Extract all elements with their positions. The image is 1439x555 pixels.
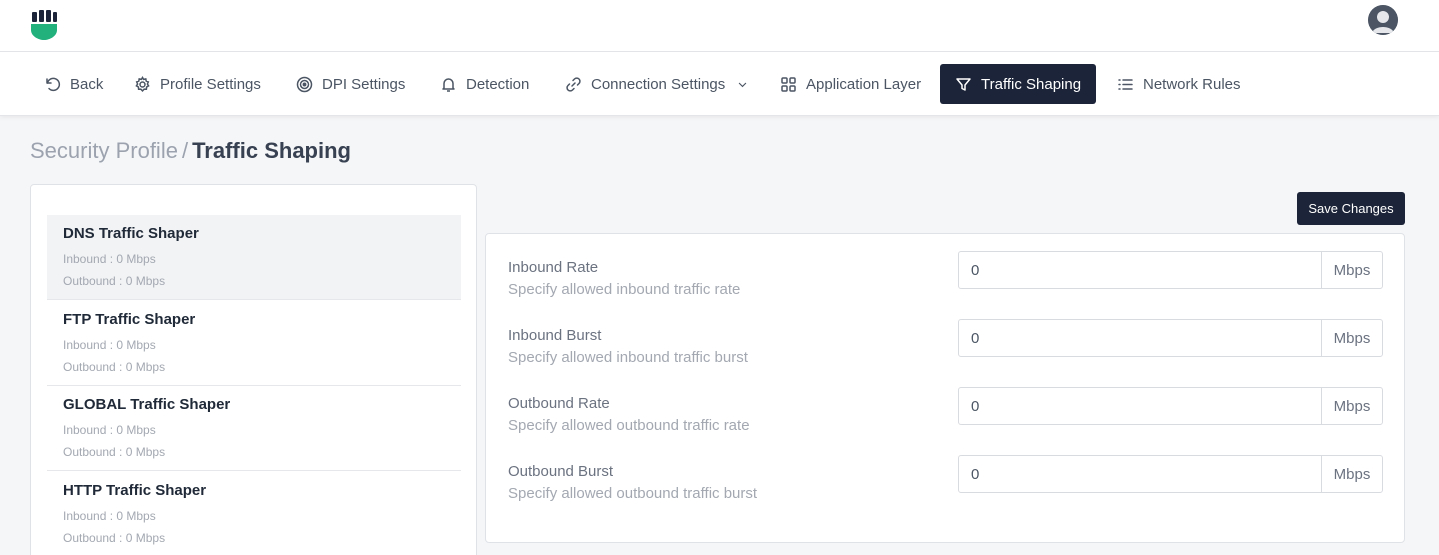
outbound-rate-input[interactable] bbox=[959, 388, 1321, 424]
inbound-rate-field: Inbound Rate Specify allowed inbound tra… bbox=[486, 251, 1406, 315]
outbound-rate-input-group: Mbps bbox=[958, 387, 1383, 425]
shaper-outbound: Outbound : 0 Mbps bbox=[63, 274, 166, 288]
user-icon bbox=[1368, 5, 1398, 35]
shaper-inbound: Inbound : 0 Mbps bbox=[63, 509, 156, 523]
shaper-title: GLOBAL Traffic Shaper bbox=[63, 396, 231, 413]
top-bar bbox=[0, 0, 1439, 52]
grid-icon bbox=[781, 76, 796, 92]
unit-addon: Mbps bbox=[1321, 320, 1382, 356]
nav-application-layer-label: Application Layer bbox=[806, 75, 922, 93]
filter-icon bbox=[956, 77, 971, 91]
nav-connection-settings-label: Connection Settings bbox=[591, 75, 726, 93]
shaper-list: DNS Traffic Shaper Inbound : 0 Mbps Outb… bbox=[30, 184, 477, 555]
shaper-settings-form: Inbound Rate Specify allowed inbound tra… bbox=[485, 233, 1405, 543]
profile-nav-bar: Back Profile Settings DPI Settings Detec… bbox=[0, 52, 1439, 116]
nav-dpi-settings[interactable]: DPI Settings bbox=[296, 64, 405, 104]
field-help: Specify allowed inbound traffic rate bbox=[508, 281, 741, 298]
shaper-title: DNS Traffic Shaper bbox=[63, 225, 199, 242]
nav-network-rules[interactable]: Network Rules bbox=[1117, 64, 1241, 104]
field-label: Inbound Rate bbox=[508, 259, 599, 276]
shaper-item-dns[interactable]: DNS Traffic Shaper Inbound : 0 Mbps Outb… bbox=[47, 215, 461, 300]
breadcrumb: Security Profile / Traffic Shaping bbox=[30, 138, 351, 164]
chevron-down-icon bbox=[738, 82, 747, 87]
inbound-burst-input[interactable] bbox=[959, 320, 1321, 356]
shaper-title: HTTP Traffic Shaper bbox=[63, 482, 207, 499]
nav-back-label: Back bbox=[70, 75, 104, 93]
inbound-rate-input[interactable] bbox=[959, 252, 1321, 288]
save-changes-button[interactable]: Save Changes bbox=[1297, 192, 1405, 225]
field-label: Inbound Burst bbox=[508, 327, 602, 344]
nav-traffic-shaping[interactable]: Traffic Shaping bbox=[940, 64, 1097, 104]
nav-traffic-shaping-label: Traffic Shaping bbox=[981, 75, 1082, 93]
nav-dpi-settings-label: DPI Settings bbox=[322, 75, 406, 93]
shaper-outbound: Outbound : 0 Mbps bbox=[63, 445, 166, 459]
field-help: Specify allowed inbound traffic burst bbox=[508, 349, 748, 366]
nav-back[interactable]: Back bbox=[44, 64, 103, 104]
unit-addon: Mbps bbox=[1321, 456, 1382, 492]
outbound-burst-input-group: Mbps bbox=[958, 455, 1383, 493]
inbound-rate-input-group: Mbps bbox=[958, 251, 1383, 289]
target-icon bbox=[296, 76, 313, 92]
unit-addon: Mbps bbox=[1321, 252, 1382, 288]
nav-profile-settings[interactable]: Profile Settings bbox=[134, 64, 261, 104]
undo-arrow-icon bbox=[46, 77, 61, 91]
shaper-inbound: Inbound : 0 Mbps bbox=[63, 338, 156, 352]
nav-profile-settings-label: Profile Settings bbox=[160, 75, 261, 93]
shaper-item-ftp[interactable]: FTP Traffic Shaper Inbound : 0 Mbps Outb… bbox=[47, 301, 461, 386]
shaper-item-global[interactable]: GLOBAL Traffic Shaper Inbound : 0 Mbps O… bbox=[47, 386, 461, 471]
breadcrumb-parent[interactable]: Security Profile bbox=[30, 138, 178, 163]
bell-icon bbox=[442, 77, 455, 92]
inbound-burst-field: Inbound Burst Specify allowed inbound tr… bbox=[486, 319, 1406, 383]
field-help: Specify allowed outbound traffic rate bbox=[508, 417, 750, 434]
outbound-burst-input[interactable] bbox=[959, 456, 1321, 492]
gear-icon bbox=[135, 75, 150, 92]
field-label: Outbound Rate bbox=[508, 395, 610, 412]
shaper-outbound: Outbound : 0 Mbps bbox=[63, 531, 166, 545]
field-help: Specify allowed outbound traffic burst bbox=[508, 485, 758, 502]
field-label: Outbound Burst bbox=[508, 463, 614, 480]
shaper-title: FTP Traffic Shaper bbox=[63, 311, 196, 328]
shaper-outbound: Outbound : 0 Mbps bbox=[63, 360, 166, 374]
nav-detection-label: Detection bbox=[466, 75, 530, 93]
inbound-burst-input-group: Mbps bbox=[958, 319, 1383, 357]
shaper-inbound: Inbound : 0 Mbps bbox=[63, 252, 156, 266]
nav-network-rules-label: Network Rules bbox=[1143, 75, 1241, 93]
shaper-inbound: Inbound : 0 Mbps bbox=[63, 423, 156, 437]
app-logo-icon[interactable] bbox=[30, 10, 58, 40]
shaper-item-http[interactable]: HTTP Traffic Shaper Inbound : 0 Mbps Out… bbox=[47, 472, 461, 555]
nav-application-layer[interactable]: Application Layer bbox=[780, 64, 921, 104]
list-icon bbox=[1118, 78, 1133, 90]
page-title: Traffic Shaping bbox=[192, 138, 351, 163]
breadcrumb-separator: / bbox=[181, 138, 189, 163]
nav-connection-settings[interactable]: Connection Settings bbox=[565, 64, 749, 104]
outbound-rate-field: Outbound Rate Specify allowed outbound t… bbox=[486, 387, 1406, 451]
unit-addon: Mbps bbox=[1321, 388, 1382, 424]
link-icon bbox=[566, 76, 581, 92]
outbound-burst-field: Outbound Burst Specify allowed outbound … bbox=[486, 455, 1406, 519]
nav-detection[interactable]: Detection bbox=[440, 64, 529, 104]
user-avatar[interactable] bbox=[1368, 5, 1398, 35]
